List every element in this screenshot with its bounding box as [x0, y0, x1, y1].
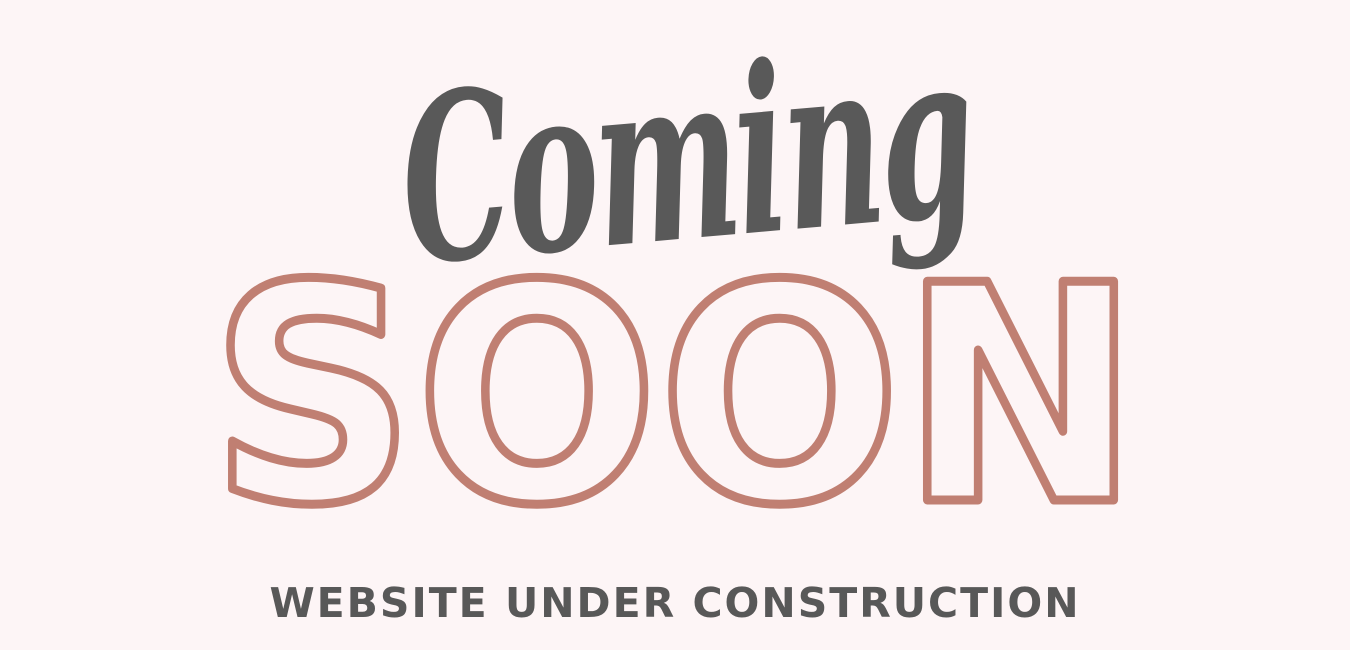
- soon-outline-text: SOON: [210, 222, 1140, 571]
- subtitle-under-construction: WEBSITE UNDER CONSTRUCTION: [269, 579, 1081, 627]
- coming-script-text: Coming: [390, 0, 981, 317]
- coming-soon-hero: SOON Coming WEBSITE UNDER CONSTRUCTION: [0, 0, 1350, 650]
- hero-graphic: SOON Coming: [206, 0, 1145, 576]
